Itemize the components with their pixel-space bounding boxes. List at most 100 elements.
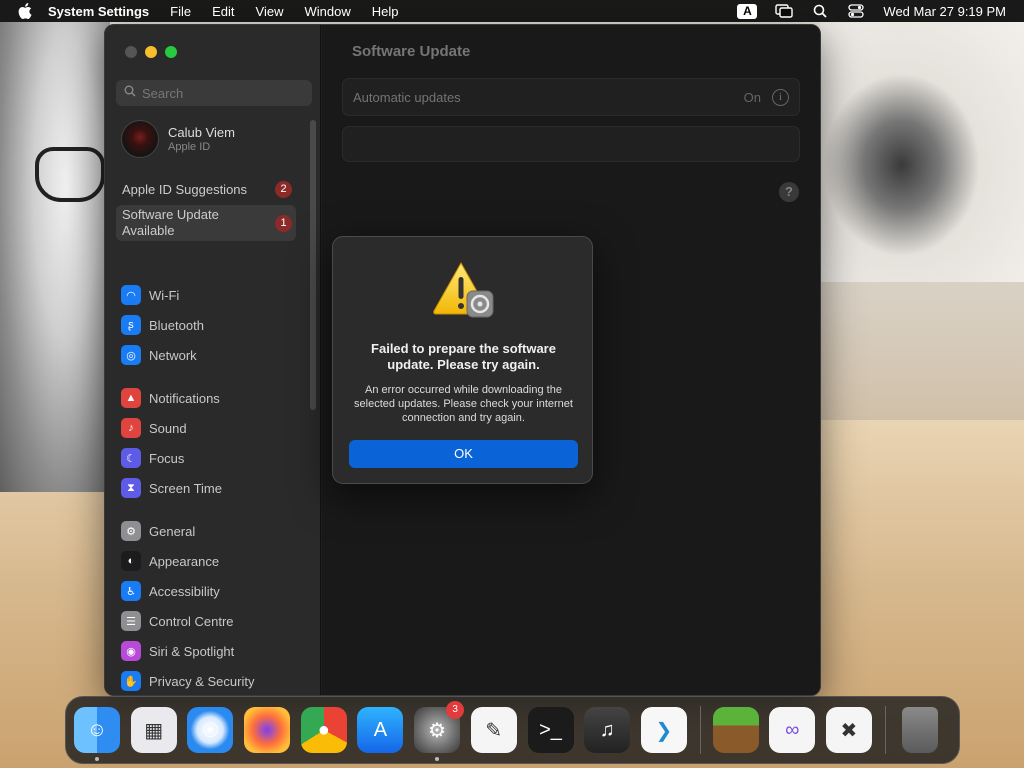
launchpad-icon[interactable]: ▦ (130, 707, 177, 753)
wifi-icon: ◠ (121, 285, 141, 305)
network-icon: ◎ (121, 345, 141, 365)
sidebar-item-label: General (149, 523, 196, 539)
minimize-button[interactable] (145, 46, 157, 58)
sidebar-search (116, 80, 312, 106)
sidebar-item-label: Wi-Fi (149, 287, 180, 303)
sidebar-item-siri[interactable]: ◉ Siri & Spotlight (121, 640, 234, 662)
search-input[interactable] (142, 85, 302, 101)
sidebar-item-appearance[interactable]: ◐ Appearance (121, 550, 219, 572)
sidebar: Calub Viem Apple ID Apple ID Suggestions… (105, 25, 321, 695)
visual-studio-icon[interactable]: ∞ (769, 707, 816, 753)
zoom-button[interactable] (165, 46, 177, 58)
dock-separator (884, 706, 886, 754)
chrome-icon[interactable]: ● (300, 707, 347, 753)
edit-menu[interactable]: Edit (212, 4, 234, 19)
sound-icon: ♪ (121, 418, 141, 438)
input-source-icon[interactable]: A (737, 3, 758, 19)
sidebar-item-notifications[interactable]: ▲ Notifications (121, 387, 220, 409)
window-menu[interactable]: Window (304, 4, 350, 19)
garageband-icon[interactable]: ♫ (584, 707, 631, 753)
help-menu[interactable]: Help (372, 4, 399, 19)
window-controls (125, 46, 177, 58)
terminal-icon[interactable]: >_ (527, 707, 574, 753)
sidebar-item-wifi[interactable]: ◠ Wi-Fi (121, 284, 179, 306)
menu-bar: System Settings File Edit View Window He… (0, 0, 1024, 22)
dock-glyph: A (373, 718, 388, 741)
sidebar-item-label: Sound (149, 420, 187, 436)
sidebar-item-focus[interactable]: ☾ Focus (121, 447, 184, 469)
finder-icon[interactable]: ☺ (74, 707, 120, 761)
screen-mirroring-icon[interactable] (775, 4, 794, 18)
control-centre-icon: ☰ (121, 611, 141, 631)
trash-icon[interactable] (901, 707, 938, 753)
control-center-icon[interactable] (847, 4, 865, 18)
sidebar-item-accessibility[interactable]: ♿ Accessibility (121, 580, 220, 602)
avatar (121, 120, 159, 158)
system-settings-icon[interactable]: ⚙ 3 (414, 701, 465, 761)
account-name: Calub Viem (168, 125, 235, 140)
ok-button[interactable]: OK (349, 440, 578, 468)
sidebar-item-general[interactable]: ⚙ General (121, 520, 195, 542)
bluetooth-icon: ʂ (121, 315, 141, 335)
dock-glyph: ✖ (840, 719, 858, 742)
textedit-icon[interactable]: ✎ (470, 707, 517, 753)
file-menu[interactable]: File (170, 4, 191, 19)
running-indicator (435, 757, 440, 761)
sidebar-item-apple-id-suggestions[interactable]: Apple ID Suggestions 2 (116, 179, 296, 199)
dock-glyph: ✎ (485, 719, 503, 742)
sidebar-item-network[interactable]: ◎ Network (121, 344, 197, 366)
menu-clock[interactable]: Wed Mar 27 9:19 PM (883, 4, 1006, 19)
sidebar-scrollbar[interactable] (310, 120, 316, 410)
sidebar-item-bluetooth[interactable]: ʂ Bluetooth (121, 314, 204, 336)
dock-glyph: ⚙ (428, 719, 447, 742)
dock-glyph: ▦ (144, 719, 164, 742)
dock-glyph: ● (317, 718, 330, 741)
app-store-icon[interactable]: A (357, 707, 404, 753)
dock: ☺ ▦ ☉ ● A ⚙ 3 ✎ >_ ♫ ❯ ∞ ✖ (65, 696, 960, 764)
notification-badge: 2 (275, 180, 292, 198)
notifications-icon: ▲ (121, 388, 141, 408)
error-alert-dialog: Failed to prepare the software update. P… (332, 236, 593, 484)
alert-title: Failed to prepare the software update. P… (371, 341, 556, 372)
capcut-icon[interactable]: ✖ (825, 707, 872, 753)
focus-icon: ☾ (121, 448, 141, 468)
dock-glyph: ☺ (86, 718, 108, 741)
notification-badge: 1 (275, 214, 292, 232)
view-menu[interactable]: View (256, 4, 284, 19)
spotlight-search-icon[interactable] (811, 4, 829, 18)
running-indicator (95, 757, 99, 761)
appearance-icon: ◐ (121, 551, 141, 571)
app-name-menu[interactable]: System Settings (48, 4, 149, 19)
sidebar-item-label-line2: Available (122, 223, 175, 238)
dock-glyph: ❯ (655, 719, 673, 742)
sidebar-item-label: Control Centre (149, 613, 234, 629)
sidebar-item-sound[interactable]: ♪ Sound (121, 417, 187, 439)
sidebar-item-privacy[interactable]: ✋ Privacy & Security (121, 670, 254, 692)
dock-glyph: >_ (539, 718, 562, 741)
sidebar-item-label: Network (149, 347, 197, 363)
close-button[interactable] (125, 46, 137, 58)
sidebar-item-screen-time[interactable]: ⧗ Screen Time (121, 477, 222, 499)
privacy-icon: ✋ (121, 671, 141, 691)
alert-message: An error occurred while downloading the … (354, 384, 573, 424)
sidebar-item-label: Focus (149, 450, 185, 466)
sidebar-item-software-update-available[interactable]: Software Update Available 1 (116, 205, 296, 241)
apple-id-account[interactable]: Calub Viem Apple ID (121, 120, 235, 158)
sidebar-item-label-line1: Software Update (122, 207, 219, 222)
sidebar-item-label: Accessibility (149, 583, 220, 599)
sidebar-item-label: Bluetooth (149, 317, 204, 333)
dock-separator (699, 706, 701, 754)
apple-menu-icon[interactable] (18, 3, 34, 19)
minecraft-icon[interactable] (712, 707, 759, 753)
dock-glyph: ☉ (201, 719, 220, 742)
dock-glyph: ♫ (599, 718, 615, 741)
accessibility-icon: ♿ (121, 581, 141, 601)
sidebar-item-label: Privacy & Security (149, 673, 255, 689)
safari-icon[interactable]: ☉ (187, 707, 234, 753)
sidebar-item-control-centre[interactable]: ☰ Control Centre (121, 610, 234, 632)
vscode-icon[interactable]: ❯ (640, 707, 687, 753)
wallpaper-portrait (0, 22, 110, 492)
screen-time-icon: ⧗ (121, 478, 141, 498)
general-icon: ⚙ (121, 521, 141, 541)
firefox-icon[interactable] (244, 707, 291, 753)
